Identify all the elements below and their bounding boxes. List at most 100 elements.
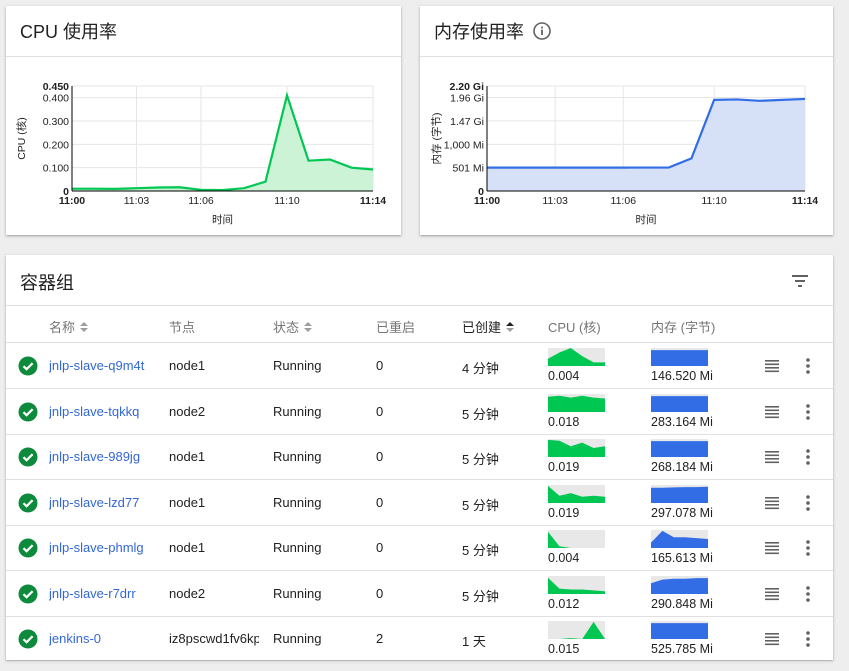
- memory-usage-card: 内存使用率 0 501 Mi 1,000 Mi 1.47 Gi 1.96 Gi 2.20 …: [420, 6, 833, 235]
- sort-active-icon: [506, 321, 515, 332]
- logs-icon[interactable]: [764, 586, 780, 602]
- cpu-sparkline: [548, 621, 605, 644]
- pod-memory-value: 525.785 Mi: [651, 642, 713, 656]
- sparkline: [548, 393, 605, 412]
- y-tick-label: 2.20 Gi: [450, 81, 485, 93]
- more-vert-icon[interactable]: [803, 403, 813, 421]
- logs-icon[interactable]: [764, 495, 780, 511]
- pod-created: 4 分钟: [462, 361, 499, 376]
- check-circle-icon: [18, 402, 38, 421]
- memory-card-title: 内存使用率: [434, 18, 552, 44]
- pod-cpu-value: 0.019: [548, 460, 580, 474]
- filter-icon[interactable]: [789, 271, 811, 291]
- x-axis-label: 时间: [636, 213, 657, 226]
- pod-node: iz8pscwd1fv6kp: [169, 631, 259, 646]
- pod-status: Running: [273, 358, 322, 373]
- pod-restarts: 0: [376, 585, 384, 601]
- check-circle-icon: [18, 629, 38, 649]
- x-tick-label: 11:14: [792, 195, 818, 207]
- table-row[interactable]: jnlp-slave-tqkkq node2 Running 0 5 分钟 0.…: [6, 390, 833, 435]
- table-row[interactable]: jenkins-0 iz8pscwd1fv6kp Running 2 1 天 0…: [6, 617, 833, 662]
- sparkline: [651, 393, 708, 412]
- sparkline: [651, 484, 708, 503]
- pod-created: 1 天: [462, 634, 486, 649]
- pod-status: Running: [273, 494, 322, 510]
- memory-sparkline: [651, 575, 708, 599]
- column-header-cpu: CPU (核): [548, 317, 601, 336]
- sparkline-area: [651, 395, 708, 412]
- cpu-card-title: CPU 使用率: [20, 22, 118, 42]
- more-vert-icon[interactable]: [803, 357, 813, 375]
- x-tick-label: 11:10: [274, 195, 300, 207]
- pod-name-link[interactable]: jnlp-slave-q9m4t: [49, 358, 164, 373]
- table-row[interactable]: jnlp-slave-989jg node1 Running 0 5 分钟 0.…: [6, 435, 833, 480]
- more-vert-icon[interactable]: [803, 539, 813, 557]
- info-icon[interactable]: [532, 21, 552, 41]
- pod-restarts: 0: [376, 449, 384, 464]
- series-area: [72, 95, 373, 191]
- logs-icon[interactable]: [764, 358, 780, 374]
- pod-name-link[interactable]: jnlp-slave-lzd77: [49, 495, 164, 510]
- pod-created: 5 分钟: [462, 406, 499, 422]
- table-row[interactable]: jnlp-slave-lzd77 node1 Running 0 5 分钟 0.…: [6, 481, 833, 526]
- pod-status: Running: [273, 403, 322, 419]
- pod-cpu-value: 0.019: [548, 505, 580, 520]
- y-tick-label: 501 Mi: [452, 163, 484, 175]
- table-row[interactable]: jnlp-slave-phmlg node1 Running 0 5 分钟 0.…: [6, 526, 833, 571]
- pod-node: node1: [169, 540, 206, 555]
- table-row[interactable]: jnlp-slave-r7drr node2 Running 0 5 分钟 0.…: [6, 572, 833, 617]
- more-vert-icon[interactable]: [803, 494, 813, 512]
- sparkline: [651, 575, 708, 594]
- cpu-sparkline: [548, 348, 605, 371]
- pod-restarts: 0: [376, 358, 384, 373]
- sparkline-area: [548, 395, 605, 412]
- more-vert-icon[interactable]: [803, 448, 813, 466]
- x-tick-label: 11:03: [542, 195, 568, 207]
- column-header-status[interactable]: 状态: [273, 317, 313, 336]
- check-circle-icon: [18, 538, 38, 558]
- pod-name-link[interactable]: jnlp-slave-tqkkq: [49, 404, 164, 419]
- column-name-label: 名称: [49, 320, 76, 335]
- pod-memory-value: 283.164 Mi: [651, 414, 713, 429]
- y-tick-label: 0.300: [43, 116, 69, 128]
- logs-icon[interactable]: [764, 631, 780, 647]
- column-cpu-label: CPU (核): [548, 320, 601, 335]
- x-tick-label: 11:00: [59, 195, 85, 207]
- sort-icon: [304, 321, 313, 332]
- pod-name-link[interactable]: jnlp-slave-phmlg: [49, 540, 164, 555]
- pod-name-link[interactable]: jnlp-slave-r7drr: [49, 586, 164, 601]
- column-created-label: 已创建: [462, 320, 502, 335]
- more-vert-icon[interactable]: [803, 630, 813, 648]
- pod-memory-value: 290.848 Mi: [651, 596, 713, 611]
- pod-cpu-value: 0.004: [548, 551, 580, 565]
- table-row[interactable]: jnlp-slave-q9m4t node1 Running 0 4 分钟 0.…: [6, 344, 833, 389]
- pod-cpu-value: 0.012: [548, 596, 580, 611]
- pod-created: 5 分钟: [462, 452, 499, 467]
- sparkline: [651, 621, 708, 639]
- memory-card-title-text: 内存使用率: [434, 22, 524, 42]
- check-circle-icon: [18, 493, 38, 512]
- column-header-created[interactable]: 已创建: [462, 317, 515, 336]
- x-tick-label: 11:00: [474, 195, 500, 207]
- sparkline: [548, 484, 605, 503]
- pod-created: 5 分钟: [462, 543, 499, 558]
- column-restarts-label: 已重启: [376, 320, 416, 335]
- sparkline: [651, 439, 708, 457]
- column-header-memory: 内存 (字节): [651, 317, 715, 336]
- series-area: [487, 98, 805, 191]
- pod-node: node1: [169, 358, 206, 373]
- check-circle-icon: [18, 356, 38, 376]
- more-vert-icon[interactable]: [803, 585, 813, 603]
- y-tick-label: 1.47 Gi: [450, 116, 484, 128]
- pod-name-link[interactable]: jenkins-0: [49, 631, 164, 646]
- logs-icon[interactable]: [764, 540, 780, 556]
- pod-status: Running: [273, 449, 322, 464]
- x-tick-label: 11:06: [188, 195, 214, 207]
- cpu-sparkline: [548, 439, 605, 462]
- pod-name-link[interactable]: jnlp-slave-989jg: [49, 449, 164, 464]
- y-tick-label: 0.450: [43, 81, 69, 93]
- logs-icon[interactable]: [764, 449, 780, 465]
- logs-icon[interactable]: [764, 404, 780, 420]
- column-header-node: 节点: [169, 317, 195, 336]
- column-header-name[interactable]: 名称: [49, 317, 89, 336]
